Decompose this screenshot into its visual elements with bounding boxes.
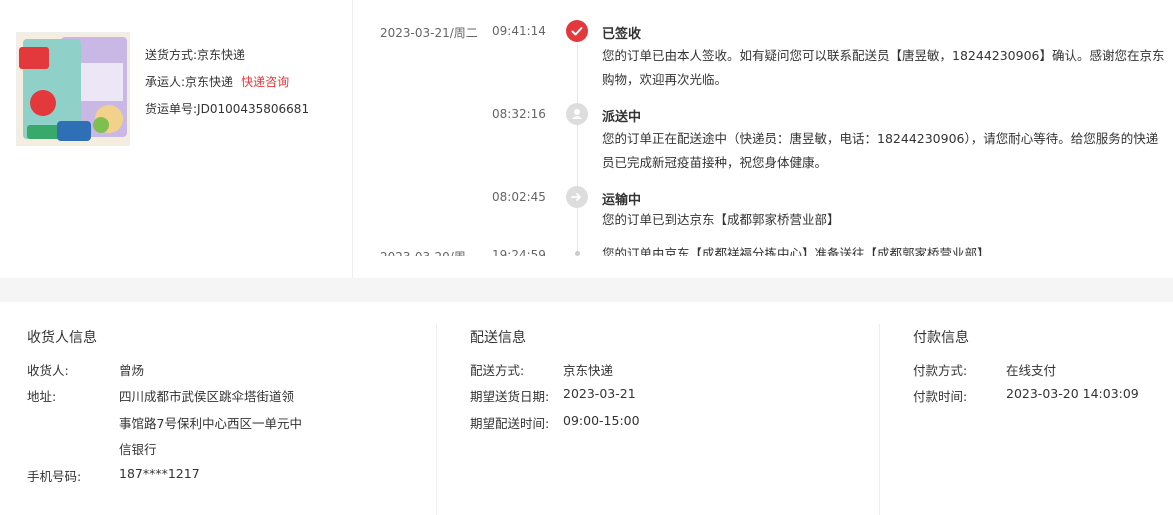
- address-line: 事馆路7号保利中心西区一单元中: [119, 416, 302, 431]
- section-separator: [0, 278, 1173, 302]
- timeline-status: 运输中: [602, 193, 642, 208]
- timeline-line: [577, 44, 578, 256]
- timeline-dot: [575, 251, 580, 256]
- timeline-description: 您的订单已由本人签收。如有疑问您可以联系配送员【唐昱敏，18244230906】…: [602, 48, 1165, 87]
- product-image[interactable]: [16, 32, 130, 146]
- tracking-row: 货运单号:JD0100435806681: [145, 99, 309, 126]
- receiver-title: 收货人信息: [27, 330, 97, 346]
- payment-title: 付款信息: [913, 330, 969, 346]
- payment-time-value: 2023-03-20 14:03:09: [1006, 386, 1139, 401]
- delivery-info: 配送信息 配送方式: 京东快递 期望送货日期: 2023-03-21 期望配送时…: [470, 302, 870, 515]
- courier-consult-link[interactable]: 快递咨询: [241, 75, 289, 89]
- timeline-status: 已签收: [602, 27, 642, 42]
- tracking-number: JD0100435806681: [197, 102, 310, 116]
- address-line: 信银行: [119, 442, 157, 457]
- timeline-date: 2023-03-20/周一: [380, 248, 480, 256]
- receiver-name-label: 收货人:: [27, 363, 69, 378]
- shipment-summary: 送货方式:京东快递 承运人:京东快递 快递咨询 货运单号:JD0100435806…: [0, 0, 1173, 278]
- timeline-description: 您的订单正在配送途中（快递员：唐昱敏，电话：18244230906），请您耐心等…: [602, 131, 1159, 170]
- expected-date-value: 2023-03-21: [563, 386, 636, 401]
- courier-icon: [566, 103, 588, 125]
- address-label: 地址:: [27, 389, 57, 404]
- carrier-label: 承运人:: [145, 75, 186, 89]
- receiver-name-value: 曾炀: [119, 363, 145, 378]
- delivery-title: 配送信息: [470, 330, 526, 346]
- timeline-time: 08:32:16: [492, 107, 546, 121]
- carrier-row: 承运人:京东快递 快递咨询: [145, 72, 309, 99]
- timeline-description: 您的订单已到达京东【成都郭家桥营业部】: [602, 212, 840, 227]
- expected-time-value: 09:00-15:00: [563, 413, 640, 428]
- shipping-method-row: 送货方式:京东快递: [145, 45, 309, 72]
- column-divider: [879, 324, 880, 515]
- payment-info: 付款信息 付款方式: 在线支付 付款时间: 2023-03-20 14:03:0…: [913, 302, 1163, 515]
- receiver-info: 收货人信息 收货人: 曾炀 地址: 四川成都市武侯区跳伞塔街道领 事馆路7号保利…: [27, 302, 427, 515]
- check-icon: [566, 20, 588, 42]
- address-line: 四川成都市武侯区跳伞塔街道领: [119, 389, 295, 404]
- payment-time-label: 付款时间:: [913, 389, 968, 404]
- timeline-description: 您的订单由京东【成都祥福分拣中心】准备送往【成都郭家桥营业部】: [602, 246, 990, 256]
- tracking-timeline[interactable]: 2023-03-21/周二 09:41:14 已签收 您的订单已由本人签收。如有…: [353, 0, 1173, 256]
- timeline-date: 2023-03-21/周二: [380, 26, 478, 40]
- payment-method-label: 付款方式:: [913, 363, 968, 378]
- delivery-method-label: 配送方式:: [470, 363, 525, 378]
- transport-icon: [566, 186, 588, 208]
- carrier-value: 京东快递: [185, 75, 234, 89]
- timeline-time: 08:02:45: [492, 190, 546, 204]
- phone-value: 187****1217: [119, 466, 200, 481]
- delivery-method-value: 京东快递: [563, 363, 614, 378]
- timeline-status: 派送中: [602, 110, 642, 125]
- shipping-info: 送货方式:京东快递 承运人:京东快递 快递咨询 货运单号:JD0100435806…: [145, 45, 309, 126]
- tracking-label: 货运单号:: [145, 102, 198, 116]
- order-details: 收货人信息 收货人: 曾炀 地址: 四川成都市武侯区跳伞塔街道领 事馆路7号保利…: [0, 302, 1173, 515]
- payment-method-value: 在线支付: [1006, 363, 1057, 378]
- shipping-method-value: 京东快递: [197, 48, 246, 62]
- expected-time-label: 期望配送时间:: [470, 416, 550, 431]
- expected-date-label: 期望送货日期:: [470, 389, 550, 404]
- shipping-method-label: 送货方式:: [145, 48, 198, 62]
- timeline-time: 19:24:59: [492, 248, 546, 256]
- timeline-time: 09:41:14: [492, 24, 546, 38]
- column-divider: [436, 324, 437, 515]
- phone-label: 手机号码:: [27, 469, 82, 484]
